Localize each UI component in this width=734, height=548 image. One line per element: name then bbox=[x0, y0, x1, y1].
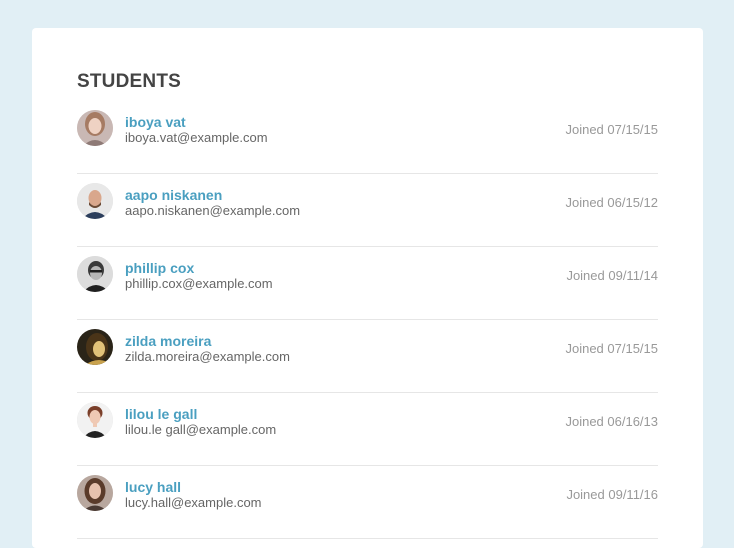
joined-date: Joined 07/15/15 bbox=[565, 122, 658, 137]
student-name[interactable]: zilda moreira bbox=[125, 333, 211, 349]
list-item: iboya vat iboya.vat@example.com Joined 0… bbox=[77, 101, 658, 174]
joined-date: Joined 09/11/14 bbox=[566, 268, 658, 283]
avatar-lucy-hall[interactable] bbox=[77, 475, 113, 511]
student-name[interactable]: iboya vat bbox=[125, 114, 186, 130]
photo-avatar-icon bbox=[77, 329, 113, 365]
list-item: phillip cox phillip.cox@example.com Join… bbox=[77, 247, 658, 320]
avatar-lilou-le-gall[interactable] bbox=[77, 402, 113, 438]
page-title: STUDENTS bbox=[77, 71, 181, 92]
student-name[interactable]: aapo niskanen bbox=[125, 187, 222, 203]
joined-date: Joined 06/15/12 bbox=[565, 195, 658, 210]
joined-date: Joined 09/11/16 bbox=[566, 487, 658, 502]
student-name[interactable]: phillip cox bbox=[125, 260, 194, 276]
photo-avatar-icon bbox=[77, 256, 113, 292]
student-email: iboya.vat@example.com bbox=[125, 130, 268, 145]
avatar-zilda-moreira[interactable] bbox=[77, 329, 113, 365]
photo-avatar-icon bbox=[77, 110, 113, 146]
avatar-iboya-vat[interactable] bbox=[77, 110, 113, 146]
student-name[interactable]: lilou le gall bbox=[125, 406, 197, 422]
joined-date: Joined 06/16/13 bbox=[565, 414, 658, 429]
avatar-phillip-cox[interactable] bbox=[77, 256, 113, 292]
students-card: STUDENTS iboya vat iboya.vat@example.com… bbox=[32, 28, 703, 548]
student-email: lilou.le gall@example.com bbox=[125, 422, 277, 437]
list-item: lilou le gall lilou.le gall@example.com … bbox=[77, 393, 658, 466]
student-email: zilda.moreira@example.com bbox=[125, 349, 290, 364]
student-email: phillip.cox@example.com bbox=[125, 276, 273, 291]
photo-avatar-icon bbox=[77, 475, 113, 511]
photo-avatar-icon bbox=[77, 402, 113, 438]
joined-date: Joined 07/15/15 bbox=[565, 341, 658, 356]
list-item: zilda moreira zilda.moreira@example.com … bbox=[77, 320, 658, 393]
avatar-aapo-niskanen[interactable] bbox=[77, 183, 113, 219]
list-item: lucy hall lucy.hall@example.com Joined 0… bbox=[77, 466, 658, 539]
student-name[interactable]: lucy hall bbox=[125, 479, 181, 495]
student-email: aapo.niskanen@example.com bbox=[125, 203, 301, 218]
student-list: iboya vat iboya.vat@example.com Joined 0… bbox=[77, 101, 658, 539]
student-email: lucy.hall@example.com bbox=[125, 495, 262, 510]
list-item: aapo niskanen aapo.niskanen@example.com … bbox=[77, 174, 658, 247]
photo-avatar-icon bbox=[77, 183, 113, 219]
